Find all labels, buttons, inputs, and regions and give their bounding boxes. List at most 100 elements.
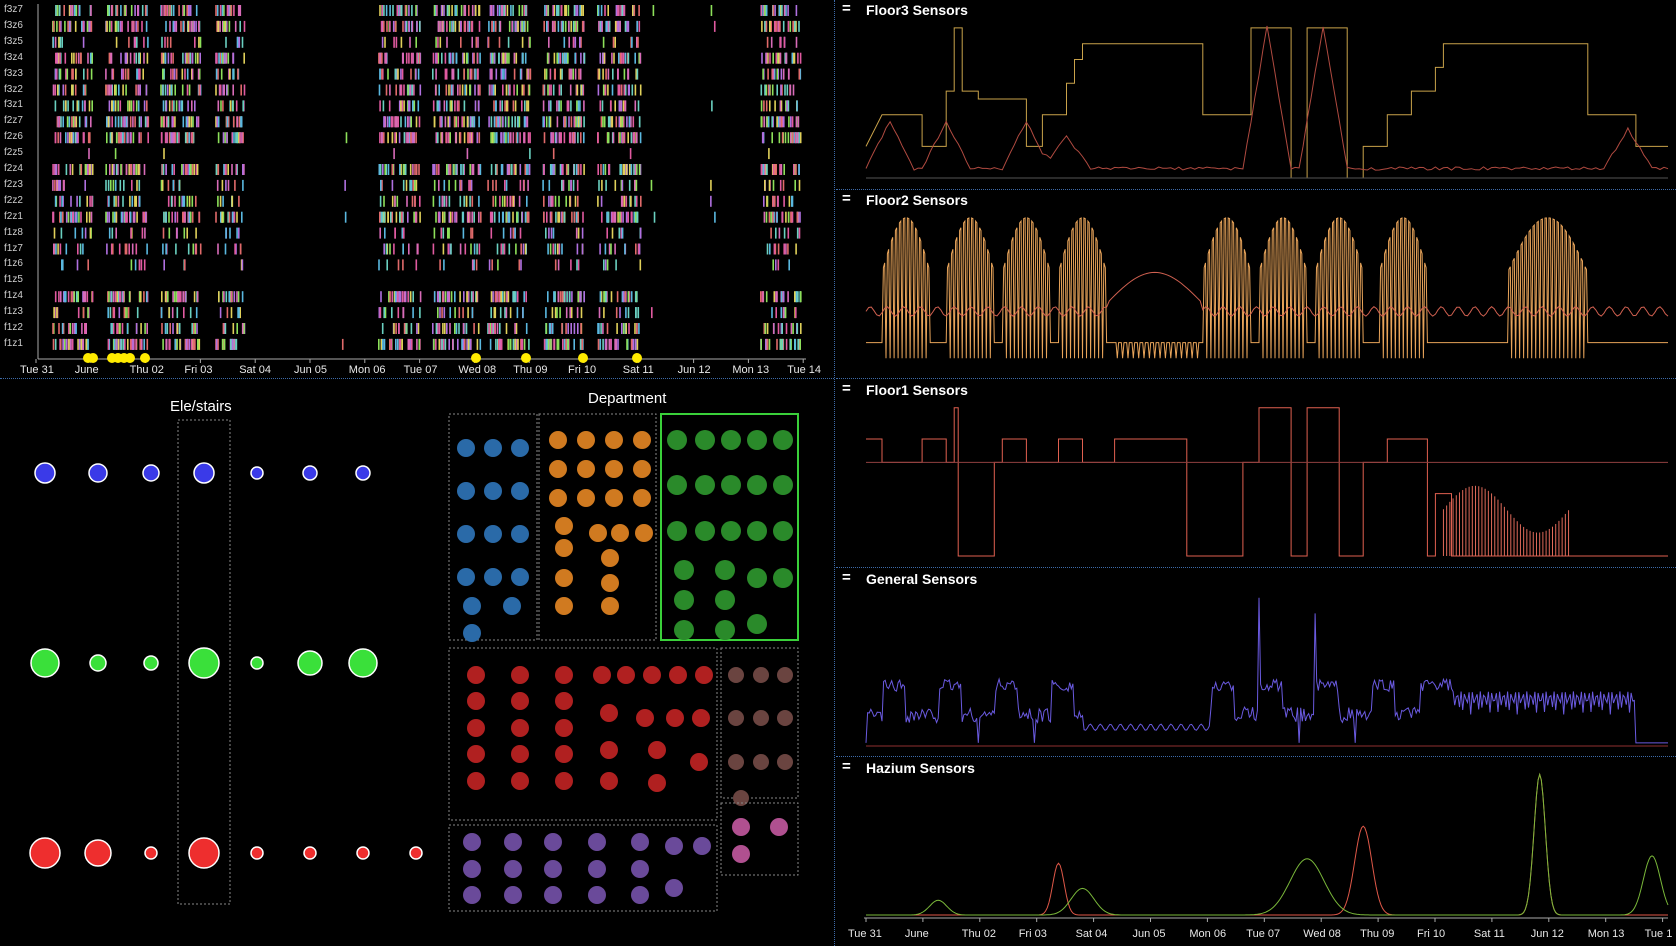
department-bubble[interactable] — [665, 837, 683, 855]
department-bubble[interactable] — [715, 560, 735, 580]
department-bubble[interactable] — [588, 833, 606, 851]
zone-bubble[interactable] — [250, 846, 264, 860]
department-bubble[interactable] — [674, 590, 694, 610]
elevator-bubble[interactable] — [355, 465, 371, 481]
elevator-bubble[interactable] — [302, 465, 318, 481]
department-bubble[interactable] — [773, 568, 793, 588]
department-bubble[interactable] — [555, 692, 573, 710]
department-bubble[interactable] — [635, 524, 653, 542]
department-bubble[interactable] — [467, 666, 485, 684]
drag-handle-icon[interactable]: = — [842, 758, 851, 775]
department-bubble[interactable] — [728, 754, 744, 770]
department-bubble[interactable] — [484, 439, 502, 457]
department-bubble[interactable] — [577, 431, 595, 449]
department-bubble[interactable] — [588, 860, 606, 878]
department-bubble[interactable] — [715, 590, 735, 610]
zone-bubble[interactable] — [144, 846, 158, 860]
stairs-bubble[interactable] — [30, 648, 60, 678]
zone-bubble[interactable] — [303, 846, 317, 860]
department-bubble[interactable] — [777, 710, 793, 726]
department-bubble[interactable] — [511, 568, 529, 586]
department-bubble[interactable] — [636, 709, 654, 727]
department-bubble[interactable] — [467, 772, 485, 790]
department-bubble[interactable] — [611, 524, 629, 542]
department-bubble[interactable] — [457, 482, 475, 500]
elevator-bubble[interactable] — [142, 464, 160, 482]
department-bubble[interactable] — [770, 818, 788, 836]
department-bubble[interactable] — [695, 430, 715, 450]
department-bubble[interactable] — [665, 879, 683, 897]
department-bubble[interactable] — [773, 475, 793, 495]
drag-handle-icon[interactable]: = — [842, 569, 851, 586]
department-bubble[interactable] — [633, 431, 651, 449]
department-bubble[interactable] — [674, 620, 694, 640]
department-bubble[interactable] — [674, 560, 694, 580]
department-bubble[interactable] — [555, 666, 573, 684]
department-bubble[interactable] — [721, 475, 741, 495]
zone-bubble[interactable] — [356, 846, 370, 860]
department-bubble[interactable] — [549, 460, 567, 478]
elevator-bubble[interactable] — [34, 462, 56, 484]
zone-bubble[interactable] — [409, 846, 423, 860]
department-bubble[interactable] — [747, 430, 767, 450]
department-bubble[interactable] — [457, 525, 475, 543]
department-bubble[interactable] — [773, 430, 793, 450]
event-marker[interactable] — [578, 353, 588, 363]
department-bubble[interactable] — [555, 569, 573, 587]
department-bubble[interactable] — [484, 525, 502, 543]
department-bubble[interactable] — [600, 741, 618, 759]
department-bubble[interactable] — [555, 517, 573, 535]
department-bubble[interactable] — [555, 539, 573, 557]
department-bubble[interactable] — [753, 710, 769, 726]
department-bubble[interactable] — [504, 833, 522, 851]
department-bubble[interactable] — [544, 833, 562, 851]
event-marker[interactable] — [125, 353, 135, 363]
department-bubble[interactable] — [511, 719, 529, 737]
department-bubble[interactable] — [463, 624, 481, 642]
department-bubble[interactable] — [601, 574, 619, 592]
department-bubble[interactable] — [511, 439, 529, 457]
department-bubble[interactable] — [484, 568, 502, 586]
drag-handle-icon[interactable]: = — [842, 380, 851, 397]
department-bubble[interactable] — [721, 521, 741, 541]
department-bubble[interactable] — [715, 620, 735, 640]
department-bubble[interactable] — [633, 489, 651, 507]
department-bubble[interactable] — [643, 666, 661, 684]
department-bubble[interactable] — [777, 667, 793, 683]
department-bubble[interactable] — [605, 431, 623, 449]
elevator-bubble[interactable] — [88, 463, 108, 483]
department-bubble[interactable] — [753, 754, 769, 770]
event-marker[interactable] — [140, 353, 150, 363]
department-bubble[interactable] — [504, 886, 522, 904]
department-bubble[interactable] — [601, 549, 619, 567]
event-marker[interactable] — [88, 353, 98, 363]
department-bubble[interactable] — [555, 597, 573, 615]
department-bubble[interactable] — [511, 666, 529, 684]
department-bubble[interactable] — [463, 860, 481, 878]
department-bubble[interactable] — [503, 597, 521, 615]
department-bubble[interactable] — [728, 710, 744, 726]
department-bubble[interactable] — [631, 833, 649, 851]
department-bubble[interactable] — [667, 475, 687, 495]
department-bubble[interactable] — [690, 753, 708, 771]
department-bubble[interactable] — [631, 886, 649, 904]
department-bubble[interactable] — [633, 460, 651, 478]
zone-bubble[interactable] — [188, 837, 220, 869]
event-marker[interactable] — [471, 353, 481, 363]
department-bubble[interactable] — [777, 754, 793, 770]
department-bubble[interactable] — [511, 772, 529, 790]
department-bubble[interactable] — [747, 614, 767, 634]
department-bubble[interactable] — [463, 597, 481, 615]
department-bubble[interactable] — [666, 709, 684, 727]
department-bubble[interactable] — [605, 489, 623, 507]
department-bubble[interactable] — [577, 460, 595, 478]
department-bubble[interactable] — [600, 704, 618, 722]
elevator-bubble[interactable] — [250, 466, 264, 480]
department-bubble[interactable] — [467, 745, 485, 763]
department-bubble[interactable] — [467, 692, 485, 710]
department-bubble[interactable] — [511, 692, 529, 710]
panel-divider-vertical[interactable] — [834, 0, 835, 946]
department-bubble[interactable] — [648, 741, 666, 759]
stairs-bubble[interactable] — [250, 656, 264, 670]
bubble-chart[interactable] — [0, 378, 834, 946]
